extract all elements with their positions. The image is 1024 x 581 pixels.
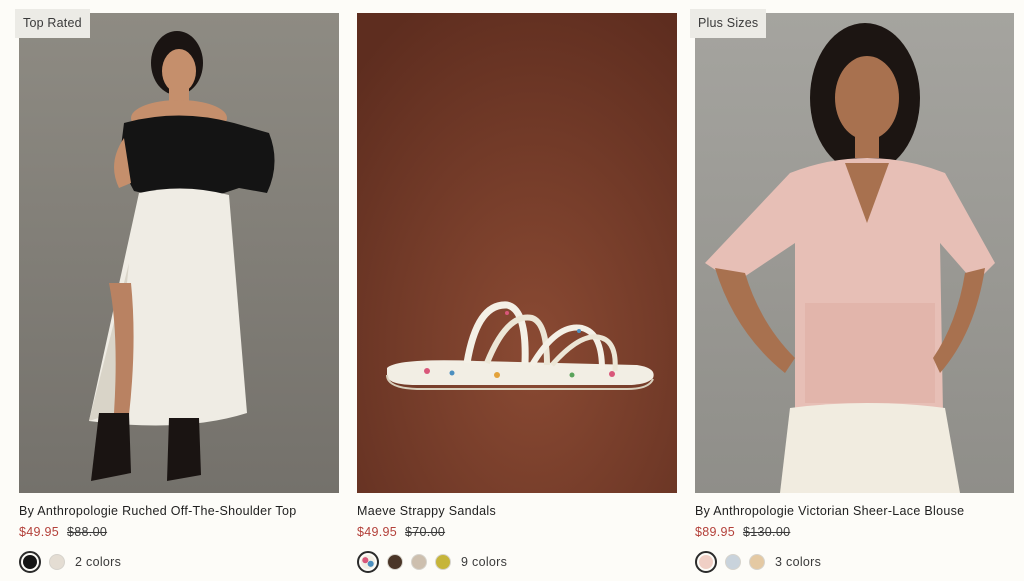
price-row: $49.95 $70.00 (357, 525, 677, 539)
original-price: $130.00 (743, 525, 791, 539)
product-title[interactable]: Maeve Strappy Sandals (357, 504, 677, 518)
color-swatches: 9 colors (357, 551, 677, 573)
color-swatch-yellow[interactable] (435, 554, 451, 570)
colors-count[interactable]: 2 colors (75, 555, 121, 569)
price-row: $89.95 $130.00 (695, 525, 1014, 539)
color-swatches: 3 colors (695, 551, 1014, 573)
price-row: $49.95 $88.00 (19, 525, 339, 539)
product-image[interactable] (695, 13, 1014, 493)
color-swatch-brown[interactable] (387, 554, 403, 570)
color-swatch-tan[interactable] (749, 554, 765, 570)
color-swatch-floral[interactable] (357, 551, 379, 573)
sale-price: $49.95 (357, 525, 398, 539)
color-swatch-taupe[interactable] (411, 554, 427, 570)
color-swatch-pink[interactable] (695, 551, 717, 573)
product-photo-model-blouse (695, 13, 1014, 493)
plus-sizes-badge: Plus Sizes (690, 9, 767, 38)
top-rated-badge: Top Rated (15, 9, 90, 38)
product-title[interactable]: By Anthropologie Ruched Off-The-Shoulder… (19, 504, 339, 518)
product-card[interactable]: By Anthropologie Ruched Off-The-Shoulder… (19, 13, 339, 573)
product-card[interactable]: Maeve Strappy Sandals $49.95 $70.00 9 co… (357, 13, 677, 573)
original-price: $70.00 (405, 525, 446, 539)
original-price: $88.00 (67, 525, 108, 539)
product-image[interactable] (19, 13, 339, 493)
color-swatches: 2 colors (19, 551, 339, 573)
color-swatch-blue[interactable] (725, 554, 741, 570)
product-photo-sandals (357, 13, 677, 493)
colors-count[interactable]: 9 colors (461, 555, 507, 569)
product-photo-model-top (19, 13, 339, 493)
product-title[interactable]: By Anthropologie Victorian Sheer-Lace Bl… (695, 504, 1014, 518)
sale-price: $49.95 (19, 525, 60, 539)
product-card[interactable]: By Anthropologie Victorian Sheer-Lace Bl… (695, 13, 1014, 573)
colors-count[interactable]: 3 colors (775, 555, 821, 569)
sale-price: $89.95 (695, 525, 736, 539)
product-grid: By Anthropologie Ruched Off-The-Shoulder… (0, 0, 1024, 581)
product-image[interactable] (357, 13, 677, 493)
color-swatch-black[interactable] (19, 551, 41, 573)
color-swatch-ivory[interactable] (49, 554, 65, 570)
